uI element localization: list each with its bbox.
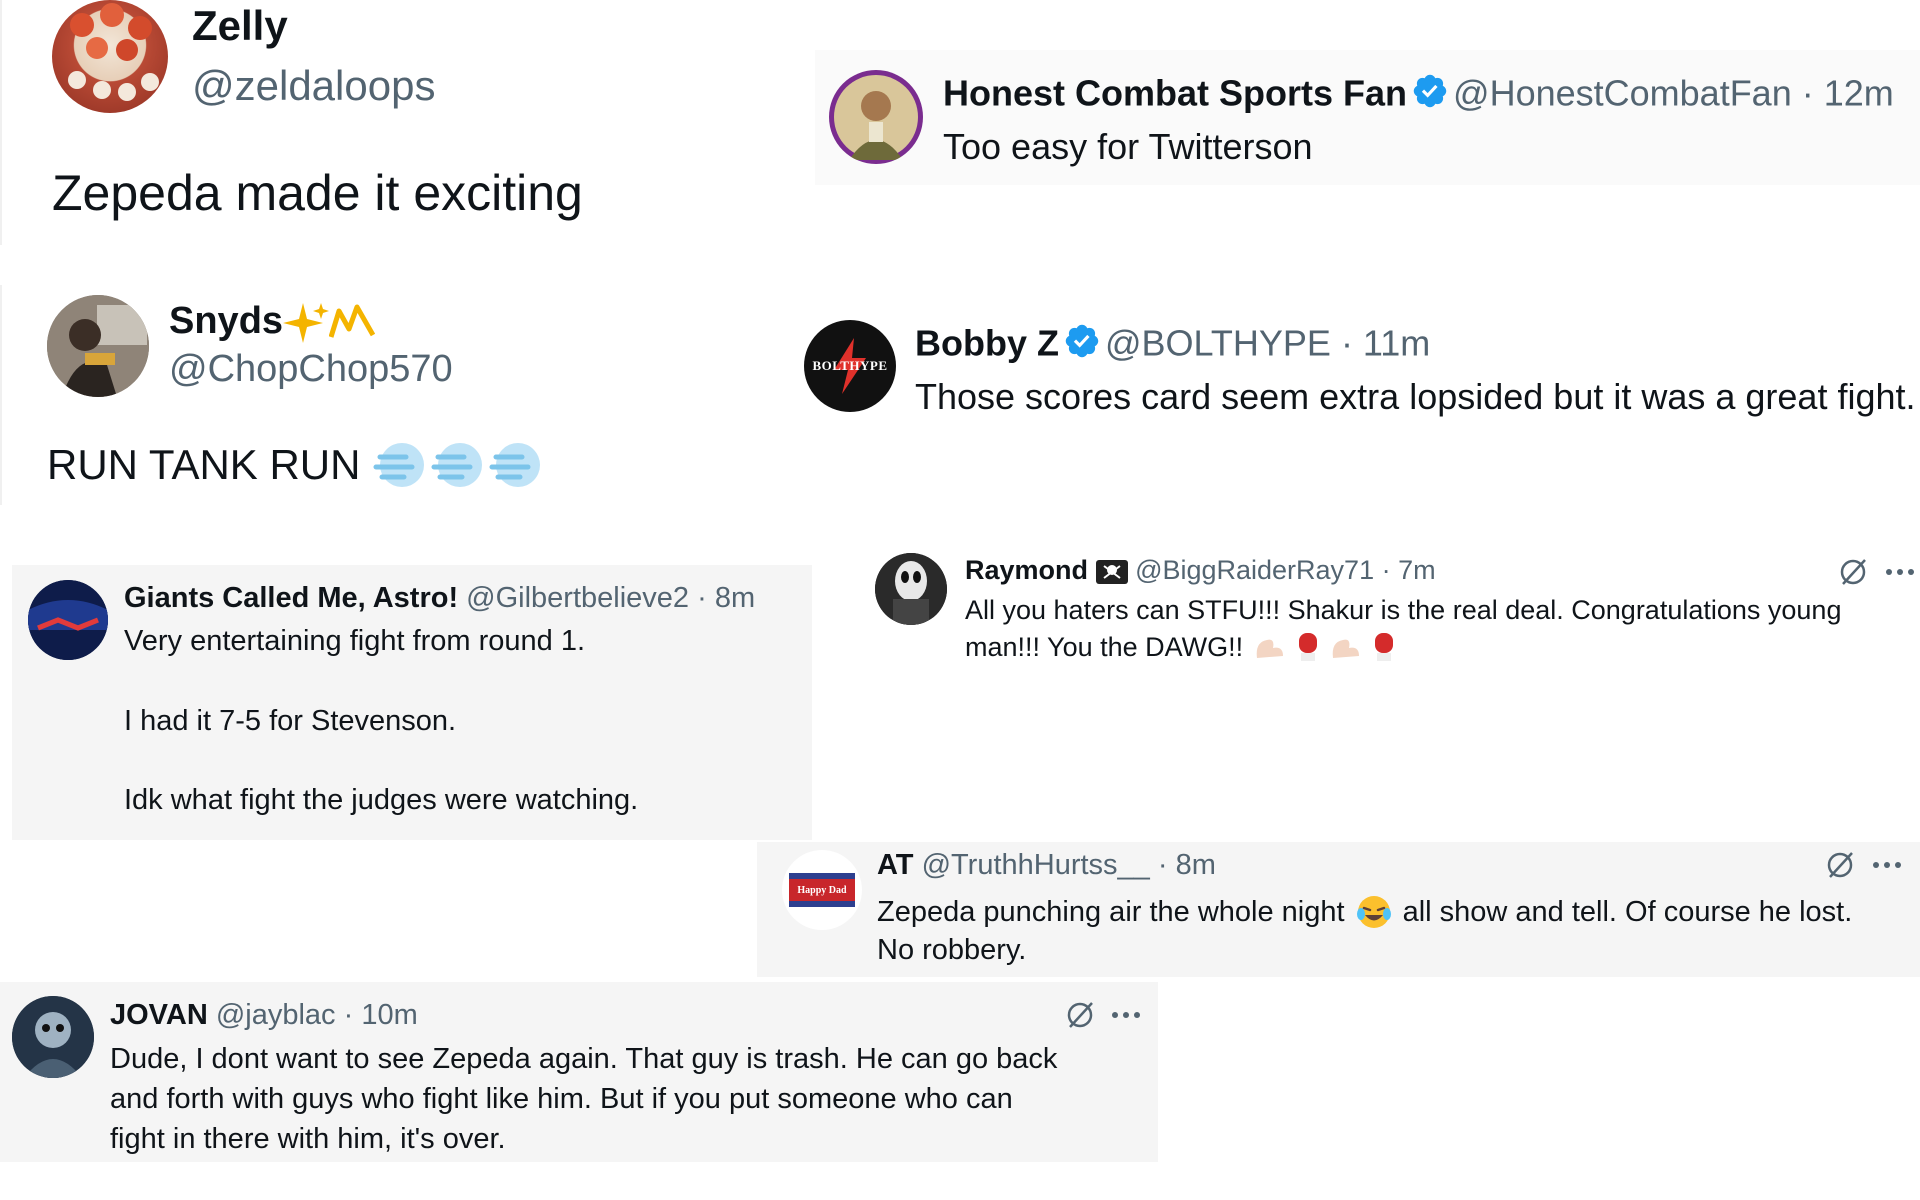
photo-icon xyxy=(875,553,947,625)
user-handle[interactable]: @jayblac xyxy=(216,999,336,1031)
wind-emoji xyxy=(431,442,483,487)
verified-icon xyxy=(1065,324,1099,358)
more-icon[interactable] xyxy=(1106,997,1146,1033)
tweet-text-line: Dude, I dont want to see Zepeda again. T… xyxy=(110,1043,1058,1075)
avatar[interactable] xyxy=(52,0,168,113)
avatar[interactable] xyxy=(47,295,149,397)
user-name[interactable]: Giants Called Me, Astro! xyxy=(124,582,458,614)
user-handle[interactable]: @BOLTHYPE xyxy=(1105,323,1331,364)
tweet-header: JOVAN @jayblac · 10m xyxy=(110,999,418,1032)
tweet-text-content: RUN TANK RUN xyxy=(47,441,361,488)
user-handle[interactable]: @Gilbertbelieve2 xyxy=(466,582,689,614)
tweet-text-content: all show and tell. Of course he lost. xyxy=(1402,895,1853,928)
user-handle[interactable]: @ChopChop570 xyxy=(169,348,453,391)
tweet-zelly: Zelly @zeldaloops Zepeda made it excitin… xyxy=(0,0,720,245)
verified-icon xyxy=(1413,74,1447,108)
tweet-raymond: Raymond @BiggRaiderRay71 · 7m All you ha… xyxy=(870,548,1920,688)
avatar[interactable] xyxy=(12,996,94,1078)
avatar[interactable] xyxy=(875,553,947,625)
tweet-header: Bobby Z @BOLTHYPE · 11m xyxy=(915,322,1430,365)
tweet-text-line: All you haters can STFU!!! Shakur is the… xyxy=(965,595,1842,625)
more-icon[interactable] xyxy=(1880,554,1920,590)
tweet-header: Giants Called Me, Astro! @Gilbertbelieve… xyxy=(124,582,755,615)
avatar-logo: Happy Dad xyxy=(789,873,855,907)
tweet-text-line: No robbery. xyxy=(877,934,1027,966)
tweet-at: Happy Dad AT @TruthhHurtss__ · 8m Zepeda… xyxy=(757,842,1920,977)
user-handle[interactable]: @TruthhHurtss__ xyxy=(922,849,1150,881)
boxing-glove-emoji xyxy=(1299,633,1318,661)
photo-icon xyxy=(12,996,94,1078)
laughing-emoji xyxy=(1356,896,1391,928)
pirate-flag-icon xyxy=(1095,559,1128,584)
tweet-text-content: Zepeda punching air the whole night xyxy=(877,895,1345,928)
muscle-emoji xyxy=(1332,639,1360,658)
user-name[interactable]: Raymond xyxy=(965,555,1088,585)
user-handle[interactable]: @BiggRaiderRay71 xyxy=(1135,555,1374,585)
user-name[interactable]: Snyds xyxy=(169,300,283,342)
tweet-text-line: Very entertaining fight from round 1. xyxy=(124,625,586,657)
user-handle[interactable]: @zeldaloops xyxy=(192,62,435,110)
photo-icon xyxy=(47,295,149,397)
avatar[interactable] xyxy=(28,580,108,660)
timestamp[interactable]: · 8m xyxy=(697,582,755,614)
sparkles-emoji xyxy=(283,302,330,343)
timestamp[interactable]: · 12m xyxy=(1802,73,1894,114)
tweet-jovan: JOVAN @jayblac · 10m Dude, I dont want t… xyxy=(0,982,1158,1162)
tweet-giants: Giants Called Me, Astro! @Gilbertbelieve… xyxy=(12,565,812,840)
tweet-header: Raymond @BiggRaiderRay71 · 7m xyxy=(965,555,1436,586)
avatar-logo-text: BOLTHYPE xyxy=(812,358,888,373)
logo-icon xyxy=(28,580,108,660)
tweet-honest-combat-fan: Honest Combat Sports Fan @HonestCombatFan… xyxy=(815,50,1920,185)
tweet-text-line: fight in there with him, it's over. xyxy=(110,1123,506,1155)
boxing-glove-emoji xyxy=(1375,633,1394,661)
grok-icon[interactable] xyxy=(1062,997,1098,1033)
avatar[interactable] xyxy=(829,70,923,164)
wind-emoji xyxy=(373,442,425,487)
timestamp[interactable]: · 10m xyxy=(344,999,418,1031)
cake-icon xyxy=(68,3,159,101)
timestamp[interactable]: · 11m xyxy=(1341,323,1430,364)
tweet-bobby-z: BOLTHYPE Bobby Z @BOLTHYPE · 11m Those sc… xyxy=(790,300,1920,450)
tweet-text-line: man!!! You the DAWG!! xyxy=(965,631,1401,663)
avatar-logo-text: Happy Dad xyxy=(797,884,847,896)
user-name[interactable]: JOVAN xyxy=(110,999,208,1031)
user-handle[interactable]: @HonestCombatFan xyxy=(1453,73,1792,114)
tweet-text-line: Idk what fight the judges were watching. xyxy=(124,784,639,816)
user-name[interactable]: Zelly xyxy=(192,2,288,50)
avatar[interactable]: Happy Dad xyxy=(782,850,862,930)
tweet-text: Those scores card seem extra lopsided bu… xyxy=(915,376,1916,417)
more-icon[interactable] xyxy=(1867,847,1907,883)
tweet-text-line: Zepeda punching air the whole night all … xyxy=(877,894,1852,930)
tweet-text: Zepeda made it exciting xyxy=(52,165,583,221)
portrait-icon xyxy=(834,75,918,160)
tweet-header: Snyds xyxy=(169,300,376,345)
tweet-text-content: man!!! You the DAWG!! xyxy=(965,631,1244,662)
timestamp[interactable]: · 8m xyxy=(1158,849,1216,881)
tweet-text: RUN TANK RUN xyxy=(47,437,544,492)
tweet-text: Too easy for Twitterson xyxy=(943,126,1313,167)
timestamp[interactable]: · 7m xyxy=(1382,555,1436,585)
tweet-header: AT @TruthhHurtss__ · 8m xyxy=(877,849,1216,882)
user-name[interactable]: Honest Combat Sports Fan xyxy=(943,73,1407,114)
user-name[interactable]: AT xyxy=(877,849,914,881)
tweet-header: Honest Combat Sports Fan @HonestCombatFan… xyxy=(943,72,1894,115)
muscle-emoji xyxy=(1256,639,1284,658)
avatar[interactable]: BOLTHYPE xyxy=(804,320,896,412)
tweet-text-line: and forth with guys who fight like him. … xyxy=(110,1083,1013,1115)
wind-emoji xyxy=(489,442,541,487)
crown-emoji xyxy=(329,304,376,338)
tweet-text-line: I had it 7-5 for Stevenson. xyxy=(124,705,457,737)
tweet-snyds: Snyds @ChopChop570 RUN TANK RUN xyxy=(0,285,720,505)
user-name[interactable]: Bobby Z xyxy=(915,323,1059,364)
grok-icon[interactable] xyxy=(1822,847,1858,883)
grok-icon[interactable] xyxy=(1835,554,1871,590)
